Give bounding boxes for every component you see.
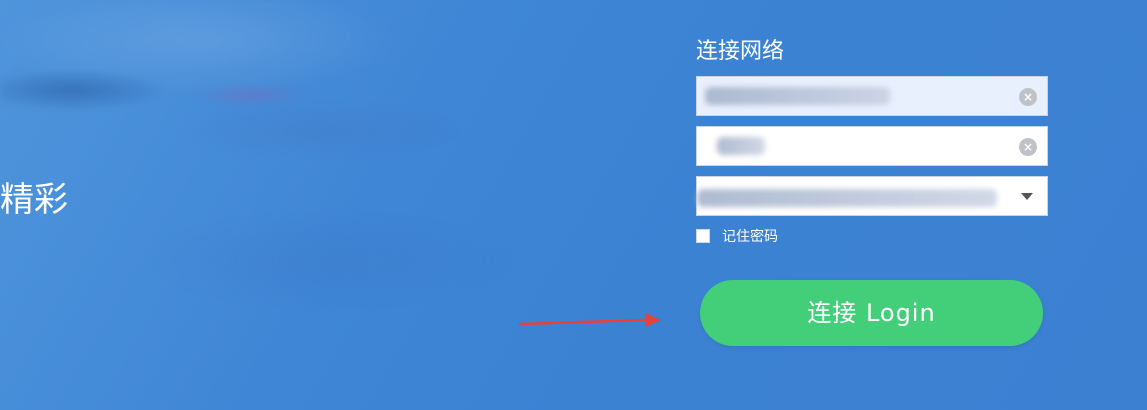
network-selected-value	[715, 185, 1007, 207]
network-select[interactable]	[696, 176, 1048, 216]
background-image	[0, 0, 660, 410]
clear-icon[interactable]: ×	[1019, 88, 1037, 106]
annotation-arrow-icon	[518, 313, 661, 327]
remember-checkbox[interactable]	[696, 229, 710, 243]
password-value	[715, 135, 1007, 157]
login-button[interactable]: 连接 Login	[700, 280, 1043, 346]
chevron-down-icon[interactable]	[1021, 193, 1033, 200]
remember-password[interactable]: 记住密码	[696, 226, 1048, 246]
password-field[interactable]: ×	[696, 126, 1048, 166]
login-panel: 连接网络 × × 记住密码	[696, 36, 1048, 246]
username-value	[715, 85, 1007, 107]
hero-tagline: 精彩	[0, 180, 68, 220]
clear-icon[interactable]: ×	[1019, 138, 1037, 156]
login-title: 连接网络	[696, 39, 785, 64]
remember-label: 记住密码	[722, 229, 778, 245]
username-field[interactable]: ×	[696, 76, 1048, 116]
